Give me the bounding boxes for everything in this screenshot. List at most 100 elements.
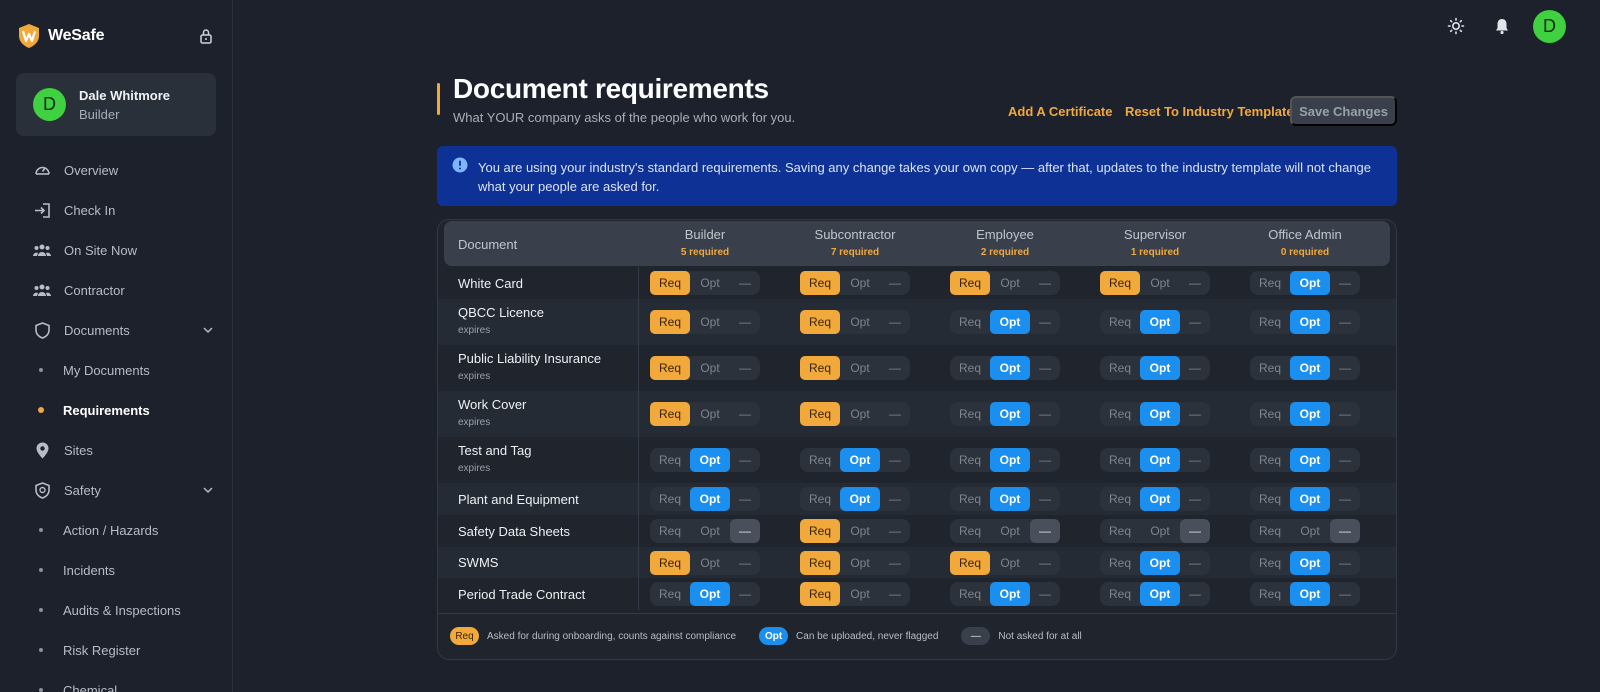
sidebar-item-check-in[interactable]: Check In xyxy=(0,190,233,230)
not-asked-option[interactable]: — xyxy=(880,310,910,334)
req-option[interactable]: Req xyxy=(1100,310,1140,334)
req-option[interactable]: Req xyxy=(950,402,990,426)
req-option[interactable]: Req xyxy=(1250,310,1290,334)
opt-option[interactable]: Opt xyxy=(1140,271,1180,295)
req-option[interactable]: Req xyxy=(800,448,840,472)
req-option[interactable]: Req xyxy=(650,487,690,511)
opt-option[interactable]: Opt xyxy=(990,310,1030,334)
not-asked-option[interactable]: — xyxy=(730,310,760,334)
req-option[interactable]: Req xyxy=(800,356,840,380)
not-asked-option[interactable]: — xyxy=(1330,310,1360,334)
not-asked-option[interactable]: — xyxy=(1180,519,1210,543)
opt-option[interactable]: Opt xyxy=(840,582,880,606)
req-option[interactable]: Req xyxy=(1100,551,1140,575)
opt-option[interactable]: Opt xyxy=(1140,487,1180,511)
sidebar-item-action-hazards[interactable]: Action / Hazards xyxy=(0,510,233,550)
opt-option[interactable]: Opt xyxy=(1140,402,1180,426)
opt-option[interactable]: Opt xyxy=(690,402,730,426)
not-asked-option[interactable]: — xyxy=(1180,582,1210,606)
req-option[interactable]: Req xyxy=(650,519,690,543)
sidebar-item-chemical[interactable]: Chemical xyxy=(0,670,233,692)
not-asked-option[interactable]: — xyxy=(880,402,910,426)
sidebar-item-sites[interactable]: Sites xyxy=(0,430,233,470)
not-asked-option[interactable]: — xyxy=(1030,310,1060,334)
user-card[interactable]: D Dale Whitmore Builder xyxy=(16,73,216,136)
not-asked-option[interactable]: — xyxy=(880,487,910,511)
save-changes-button[interactable]: Save Changes xyxy=(1290,96,1397,126)
opt-option[interactable]: Opt xyxy=(1140,448,1180,472)
opt-option[interactable]: Opt xyxy=(990,582,1030,606)
opt-option[interactable]: Opt xyxy=(1290,356,1330,380)
req-option[interactable]: Req xyxy=(1250,448,1290,472)
req-option[interactable]: Req xyxy=(650,448,690,472)
not-asked-option[interactable]: — xyxy=(1180,356,1210,380)
sidebar-item-safety[interactable]: Safety xyxy=(0,470,233,510)
sidebar-item-documents[interactable]: Documents xyxy=(0,310,233,350)
req-option[interactable]: Req xyxy=(1250,519,1290,543)
opt-option[interactable]: Opt xyxy=(1290,519,1330,543)
opt-option[interactable]: Opt xyxy=(1290,551,1330,575)
sidebar-item-overview[interactable]: Overview xyxy=(0,150,233,190)
opt-option[interactable]: Opt xyxy=(690,487,730,511)
opt-option[interactable]: Opt xyxy=(990,519,1030,543)
req-option[interactable]: Req xyxy=(800,487,840,511)
avatar[interactable]: D xyxy=(1533,10,1566,43)
req-option[interactable]: Req xyxy=(1100,448,1140,472)
opt-option[interactable]: Opt xyxy=(690,448,730,472)
brand[interactable]: WeSafe xyxy=(18,23,105,49)
req-option[interactable]: Req xyxy=(650,310,690,334)
opt-option[interactable]: Opt xyxy=(840,551,880,575)
req-option[interactable]: Req xyxy=(1100,582,1140,606)
req-option[interactable]: Req xyxy=(650,271,690,295)
opt-option[interactable]: Opt xyxy=(840,519,880,543)
req-option[interactable]: Req xyxy=(1250,356,1290,380)
req-option[interactable]: Req xyxy=(650,582,690,606)
not-asked-option[interactable]: — xyxy=(1030,551,1060,575)
sidebar-item-risk-register[interactable]: Risk Register xyxy=(0,630,233,670)
not-asked-option[interactable]: — xyxy=(1330,356,1360,380)
opt-option[interactable]: Opt xyxy=(990,356,1030,380)
not-asked-option[interactable]: — xyxy=(730,551,760,575)
opt-option[interactable]: Opt xyxy=(1290,582,1330,606)
opt-option[interactable]: Opt xyxy=(990,487,1030,511)
not-asked-option[interactable]: — xyxy=(1030,271,1060,295)
not-asked-option[interactable]: — xyxy=(1330,551,1360,575)
not-asked-option[interactable]: — xyxy=(730,356,760,380)
req-option[interactable]: Req xyxy=(950,356,990,380)
not-asked-option[interactable]: — xyxy=(880,519,910,543)
opt-option[interactable]: Opt xyxy=(1140,519,1180,543)
not-asked-option[interactable]: — xyxy=(1180,271,1210,295)
not-asked-option[interactable]: — xyxy=(1180,310,1210,334)
not-asked-option[interactable]: — xyxy=(880,582,910,606)
opt-option[interactable]: Opt xyxy=(1290,310,1330,334)
req-option[interactable]: Req xyxy=(800,402,840,426)
req-option[interactable]: Req xyxy=(800,582,840,606)
sidebar-item-my-documents[interactable]: My Documents xyxy=(0,350,233,390)
not-asked-option[interactable]: — xyxy=(880,271,910,295)
not-asked-option[interactable]: — xyxy=(730,448,760,472)
opt-option[interactable]: Opt xyxy=(990,448,1030,472)
req-option[interactable]: Req xyxy=(650,551,690,575)
not-asked-option[interactable]: — xyxy=(1330,271,1360,295)
not-asked-option[interactable]: — xyxy=(1030,487,1060,511)
sidebar-item-audits[interactable]: Audits & Inspections xyxy=(0,590,233,630)
opt-option[interactable]: Opt xyxy=(840,402,880,426)
sun-icon[interactable] xyxy=(1447,17,1465,35)
sidebar-item-requirements[interactable]: Requirements xyxy=(0,390,233,430)
req-option[interactable]: Req xyxy=(800,551,840,575)
req-option[interactable]: Req xyxy=(1100,519,1140,543)
opt-option[interactable]: Opt xyxy=(1290,271,1330,295)
req-option[interactable]: Req xyxy=(1250,402,1290,426)
req-option[interactable]: Req xyxy=(950,448,990,472)
not-asked-option[interactable]: — xyxy=(1330,448,1360,472)
opt-option[interactable]: Opt xyxy=(840,448,880,472)
not-asked-option[interactable]: — xyxy=(880,356,910,380)
not-asked-option[interactable]: — xyxy=(730,519,760,543)
opt-option[interactable]: Opt xyxy=(1290,402,1330,426)
opt-option[interactable]: Opt xyxy=(690,271,730,295)
req-option[interactable]: Req xyxy=(1100,402,1140,426)
not-asked-option[interactable]: — xyxy=(1330,402,1360,426)
not-asked-option[interactable]: — xyxy=(730,582,760,606)
req-option[interactable]: Req xyxy=(1250,271,1290,295)
req-option[interactable]: Req xyxy=(950,310,990,334)
